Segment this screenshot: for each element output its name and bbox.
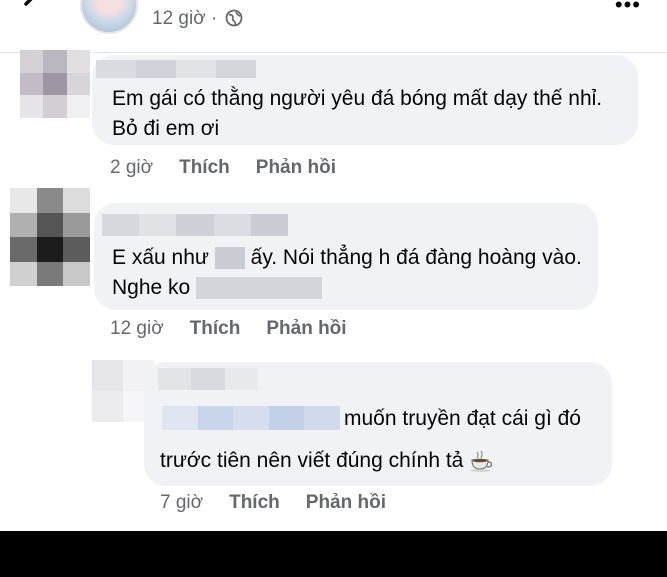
like-button[interactable]: Thích: [190, 318, 241, 339]
comment-actions: 12 giờ Thích Phản hồi: [110, 318, 373, 340]
globe-icon: [225, 9, 243, 27]
comment-text: trước tiên nên viết đúng chính tả: [160, 446, 495, 476]
comment-text: E xấu như ấy. Nói thẳng h đá đàng hoàng …: [112, 246, 582, 300]
like-button[interactable]: Thích: [229, 492, 280, 513]
post-time: 12 giờ ·: [152, 8, 218, 29]
comment-time[interactable]: 12 giờ: [110, 318, 164, 339]
comment-actions: 7 giờ Thích Phản hồi: [160, 492, 412, 514]
mentioned-user[interactable]: [162, 406, 340, 430]
comment-actions: 2 giờ Thích Phản hồi: [110, 157, 362, 179]
commenter-name[interactable]: [102, 214, 289, 236]
censored-mention: [196, 277, 323, 300]
reply-button[interactable]: Phản hồi: [306, 492, 386, 513]
commenter-name[interactable]: [96, 60, 256, 78]
avatar[interactable]: [80, 0, 138, 34]
coffee-icon: [470, 451, 493, 473]
back-arrow-icon[interactable]: [18, 0, 48, 16]
post-header: 12 giờ · •••: [0, 0, 667, 53]
reply-button[interactable]: Phản hồi: [266, 318, 346, 339]
more-options-icon[interactable]: •••: [615, 0, 641, 18]
comment-text: muốn truyền đạt cái gì đó: [344, 407, 581, 430]
like-button[interactable]: Thích: [179, 157, 230, 178]
reply-button[interactable]: Phản hồi: [256, 157, 336, 178]
avatar[interactable]: [20, 50, 90, 118]
comment-time[interactable]: 7 giờ: [160, 492, 203, 513]
commenter-name[interactable]: [158, 368, 258, 390]
comment-time[interactable]: 2 giờ: [110, 157, 153, 178]
avatar[interactable]: [10, 188, 90, 286]
censored-word: [214, 247, 245, 270]
comment-text: Em gái có thằng người yêu đá bóng mất dạ…: [112, 87, 603, 140]
bottom-bar: [0, 531, 667, 577]
